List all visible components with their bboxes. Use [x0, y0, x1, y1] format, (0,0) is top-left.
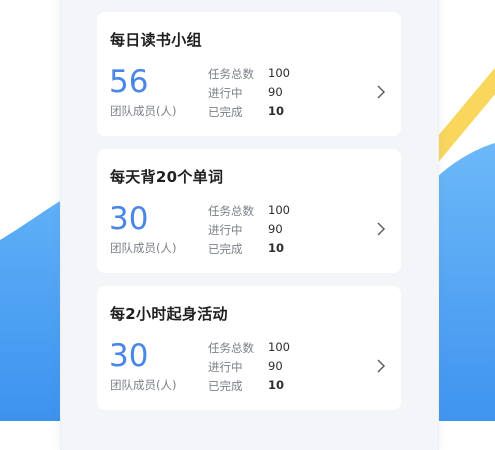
in-progress-value: 90	[268, 85, 283, 99]
member-count-label: 团队成员(人)	[110, 378, 177, 392]
chevron-right-icon[interactable]	[376, 359, 386, 373]
right-wave-shape	[436, 143, 495, 421]
total-tasks-label: 任务总数	[208, 67, 254, 81]
group-title: 每日读书小组	[110, 31, 202, 49]
member-count-label: 团队成员(人)	[110, 104, 177, 118]
total-tasks-value: 100	[268, 203, 290, 217]
total-tasks-label: 任务总数	[208, 341, 254, 355]
member-count: 30	[109, 338, 149, 374]
completed-value: 10	[268, 241, 285, 255]
member-count-label: 团队成员(人)	[110, 241, 177, 255]
group-card[interactable]: 每日读书小组 56 团队成员(人) 任务总数 100 进行中 90 已完成 10	[97, 12, 401, 136]
completed-label: 已完成	[208, 242, 243, 256]
in-progress-label: 进行中	[208, 86, 243, 100]
in-progress-label: 进行中	[208, 223, 243, 237]
in-progress-value: 90	[268, 222, 283, 236]
in-progress-value: 90	[268, 359, 283, 373]
total-tasks-value: 100	[268, 66, 290, 80]
left-wave-shape	[0, 200, 62, 421]
group-card[interactable]: 每天背20个单词 30 团队成员(人) 任务总数 100 进行中 90 已完成 …	[97, 149, 401, 273]
total-tasks-label: 任务总数	[208, 204, 254, 218]
completed-value: 10	[268, 104, 285, 118]
group-card[interactable]: 每2小时起身活动 30 团队成员(人) 任务总数 100 进行中 90 已完成 …	[97, 286, 401, 410]
member-count: 30	[109, 201, 149, 237]
group-title: 每天背20个单词	[110, 168, 224, 186]
in-progress-label: 进行中	[208, 360, 243, 374]
completed-label: 已完成	[208, 105, 243, 119]
chevron-right-icon[interactable]	[376, 222, 386, 236]
group-title: 每2小时起身活动	[110, 305, 228, 323]
member-count: 56	[109, 64, 149, 100]
completed-value: 10	[268, 378, 285, 392]
completed-label: 已完成	[208, 379, 243, 393]
total-tasks-value: 100	[268, 340, 290, 354]
chevron-right-icon[interactable]	[376, 85, 386, 99]
